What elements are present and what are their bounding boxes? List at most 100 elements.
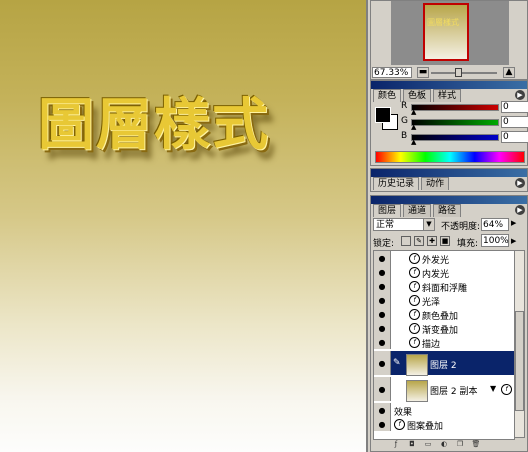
tab-paths[interactable]: 路径 <box>433 204 462 217</box>
channel-slider-g[interactable] <box>411 119 499 126</box>
lock-all-icon[interactable]: ■ <box>440 236 450 246</box>
visibility-eye-icon[interactable]: ● <box>374 265 391 279</box>
scrollbar-thumb[interactable] <box>515 311 524 411</box>
channel-row-r: R ▲ 0 <box>401 101 528 116</box>
lock-brush-icon[interactable]: ✎ <box>414 236 424 246</box>
visibility-eye-icon[interactable]: ● <box>374 293 391 307</box>
layers-panel: 图层 通道 路径 ▶ 正常 ▼ 不透明度: 64% ▶ 锁定: ✎ ✚ ■ 填充: … <box>370 195 528 452</box>
lock-label: 锁定: <box>373 239 395 249</box>
effect-icon: f <box>409 337 420 348</box>
blend-mode-value: 正常 <box>376 220 395 230</box>
zoom-out-icon[interactable]: ▬ <box>417 67 429 78</box>
effect-label: 描边 <box>422 340 441 350</box>
effect-row[interactable]: ● f 描边 <box>374 335 514 350</box>
zoom-in-icon[interactable]: ▲ <box>503 67 515 78</box>
channel-label-r: R <box>401 101 408 111</box>
visibility-eye-icon[interactable]: ● <box>374 321 391 335</box>
panel-menu-icon[interactable]: ▶ <box>515 90 525 100</box>
zoom-slider-knob[interactable] <box>455 68 462 77</box>
opacity-label: 不透明度: <box>441 222 481 232</box>
layers-footer: ƒ ◘ ▭ ◐ ❐ 🗑 <box>371 438 527 451</box>
channel-value-r[interactable]: 0 <box>501 101 528 113</box>
effect-label: 图案叠加 <box>407 422 444 432</box>
opacity-field[interactable]: 64% <box>481 218 509 231</box>
layer-row-selected[interactable]: ● ✎ 图层 2 <box>374 351 514 376</box>
lock-row: 锁定: ✎ ✚ ■ 填充: 100% ▶ <box>371 234 527 249</box>
effect-icon: f <box>409 309 420 320</box>
tab-channels[interactable]: 通道 <box>403 204 432 217</box>
zoom-field[interactable]: 67.33% <box>372 67 412 78</box>
layers-panel-titlebar[interactable] <box>371 196 527 204</box>
channel-knob-r[interactable]: ▲ <box>411 109 416 116</box>
layer-row[interactable]: ● 图层 2 副本 ▼ f <box>374 377 514 402</box>
tab-actions[interactable]: 动作 <box>421 177 450 190</box>
visibility-eye-icon[interactable]: ● <box>374 403 391 417</box>
effect-icon: f <box>501 384 512 395</box>
channel-slider-r[interactable] <box>411 104 499 111</box>
panel-menu-icon[interactable]: ▶ <box>515 205 525 215</box>
layer-name: 图层 2 副本 <box>430 387 478 397</box>
fill-label: 填充: <box>457 239 479 249</box>
tab-layers[interactable]: 图层 <box>373 204 402 217</box>
expand-triangle-icon[interactable]: ▼ <box>490 384 496 393</box>
visibility-eye-icon[interactable]: ● <box>374 351 391 375</box>
effects-header-row[interactable]: ● 效果 <box>374 403 514 418</box>
channel-label-b: B <box>401 131 408 141</box>
layer-options-row: 正常 ▼ 不透明度: 64% ▶ <box>371 217 527 233</box>
history-panel: 历史记录 动作 ▶ <box>370 168 528 192</box>
visibility-eye-icon[interactable]: ● <box>374 279 391 293</box>
effect-row[interactable]: ● f 外发光 <box>374 251 514 266</box>
effect-row[interactable]: ● f 颜色叠加 <box>374 307 514 322</box>
foreground-color-swatch[interactable] <box>375 107 391 123</box>
zoom-row: 67.33% ▬ ▲ <box>371 66 527 79</box>
new-set-icon[interactable]: ▭ <box>423 440 433 449</box>
lock-move-icon[interactable]: ✚ <box>427 236 437 246</box>
effect-row[interactable]: ● f 图案叠加 <box>374 417 514 432</box>
chevron-down-icon[interactable]: ▼ <box>423 219 434 230</box>
document-canvas[interactable]: 圖層樣式 <box>0 0 368 452</box>
color-spectrum-bar[interactable] <box>375 151 525 163</box>
visibility-eye-icon[interactable]: ● <box>374 417 391 431</box>
fill-field[interactable]: 100% <box>481 234 509 247</box>
channel-knob-b[interactable]: ▲ <box>411 139 416 146</box>
add-style-icon[interactable]: ƒ <box>391 440 401 449</box>
lock-transparency-icon[interactable] <box>401 236 411 246</box>
history-panel-tabs: 历史记录 动作 ▶ <box>371 177 527 190</box>
channel-slider-b[interactable] <box>411 134 499 141</box>
fill-arrow-icon[interactable]: ▶ <box>511 237 516 245</box>
opacity-arrow-icon[interactable]: ▶ <box>511 219 516 227</box>
effect-icon: f <box>394 419 405 430</box>
color-panel-titlebar[interactable] <box>371 81 527 89</box>
channel-label-g: G <box>401 116 408 126</box>
layers-scrollbar[interactable] <box>514 250 525 438</box>
history-panel-titlebar[interactable] <box>371 169 527 177</box>
canvas-title-text: 圖層樣式 <box>38 92 270 158</box>
effect-icon: f <box>409 253 420 264</box>
blend-mode-select[interactable]: 正常 ▼ <box>373 218 435 231</box>
effect-icon: f <box>409 267 420 278</box>
effect-row[interactable]: ● f 内发光 <box>374 265 514 280</box>
visibility-eye-icon[interactable]: ● <box>374 377 391 401</box>
effect-row[interactable]: ● f 斜面和浮雕 <box>374 279 514 294</box>
effect-row[interactable]: ● f 渐变叠加 <box>374 321 514 336</box>
visibility-eye-icon[interactable]: ● <box>374 335 391 349</box>
add-mask-icon[interactable]: ◘ <box>407 440 417 449</box>
effect-icon: f <box>409 323 420 334</box>
channel-value-g[interactable]: 0 <box>501 116 528 128</box>
navigator-panel: 圖層樣式 67.33% ▬ ▲ <box>370 0 528 80</box>
layers-panel-tabs: 图层 通道 路径 ▶ <box>371 204 527 217</box>
adjustment-layer-icon[interactable]: ◐ <box>439 440 449 449</box>
effect-row[interactable]: ● f 光泽 <box>374 293 514 308</box>
zoom-slider-track[interactable] <box>431 72 497 74</box>
channel-value-b[interactable]: 0 <box>501 131 528 143</box>
navigator-thumbnail[interactable]: 圖層樣式 <box>423 3 469 61</box>
navigator-preview-area[interactable]: 圖層樣式 <box>391 1 509 65</box>
panel-menu-icon[interactable]: ▶ <box>515 178 525 188</box>
channel-knob-g[interactable]: ▲ <box>411 124 416 131</box>
new-layer-icon[interactable]: ❐ <box>455 440 465 449</box>
tab-history[interactable]: 历史记录 <box>373 177 420 190</box>
visibility-eye-icon[interactable]: ● <box>374 307 391 321</box>
delete-layer-icon[interactable]: 🗑 <box>471 440 481 449</box>
visibility-eye-icon[interactable]: ● <box>374 251 391 265</box>
tab-color[interactable]: 颜色 <box>373 89 402 102</box>
